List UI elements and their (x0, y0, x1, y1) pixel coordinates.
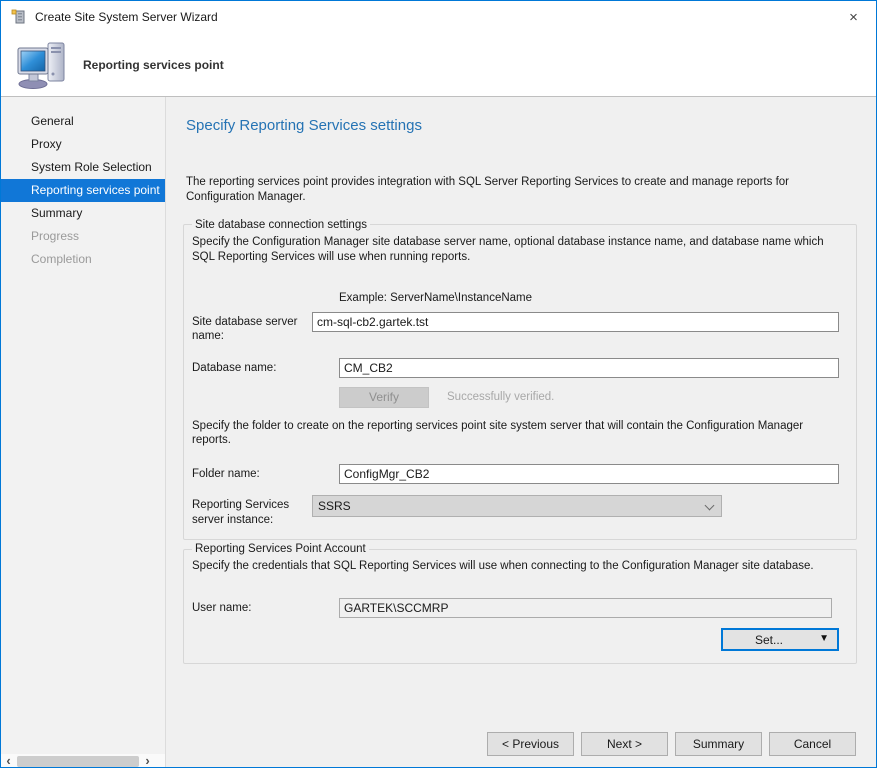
wizard-step-banner: Reporting services point (83, 58, 224, 72)
reporting-services-instance-label: Reporting Services server instance: (192, 495, 312, 527)
previous-button[interactable]: < Previous (487, 732, 574, 756)
reporting-services-point-account-group: Reporting Services Point Account Specify… (183, 543, 857, 664)
scroll-left-icon[interactable]: ‹ (1, 754, 16, 768)
sidebar-item-system-role-selection[interactable]: System Role Selection (1, 156, 165, 179)
page-title: Specify Reporting Services settings (186, 117, 857, 134)
page-intro-text: The reporting services point provides in… (186, 175, 846, 205)
user-name-input[interactable] (339, 598, 832, 618)
site-database-server-name-label: Site database server name: (192, 312, 312, 344)
next-button[interactable]: Next > (581, 732, 668, 756)
wizard-window: Create Site System Server Wizard × Repor… (0, 0, 877, 768)
folder-name-label: Folder name: (192, 464, 339, 481)
window-title: Create Site System Server Wizard (35, 10, 218, 24)
database-name-input[interactable] (339, 358, 839, 378)
wizard-page-content: Specify Reporting Services settings The … (166, 97, 876, 768)
server-name-example: Example: ServerName\InstanceName (339, 292, 839, 304)
sidebar-item-summary[interactable]: Summary (1, 202, 165, 225)
title-bar: Create Site System Server Wizard × (1, 1, 876, 33)
chevron-down-icon (705, 501, 715, 511)
scrollbar-thumb[interactable] (17, 756, 139, 767)
summary-button[interactable]: Summary (675, 732, 762, 756)
wizard-header: Reporting services point (1, 33, 876, 97)
set-account-button[interactable]: Set... ▼ (721, 628, 839, 651)
sidebar-horizontal-scrollbar[interactable]: ‹ › (1, 754, 165, 768)
close-icon[interactable]: × (831, 1, 876, 33)
reporting-services-instance-value: SSRS (318, 499, 351, 513)
scroll-right-icon[interactable]: › (140, 754, 155, 768)
site-database-connection-group-title: Site database connection settings (192, 219, 370, 231)
folder-name-input[interactable] (339, 464, 839, 484)
folder-description: Specify the folder to create on the repo… (192, 419, 839, 449)
verify-status-text: Successfully verified. (447, 391, 554, 403)
sidebar-item-completion: Completion (1, 248, 165, 271)
sidebar-item-proxy[interactable]: Proxy (1, 133, 165, 156)
reporting-services-instance-dropdown[interactable]: SSRS (312, 495, 722, 517)
sidebar-item-general[interactable]: General (1, 110, 165, 133)
site-database-server-name-input[interactable] (312, 312, 839, 332)
wizard-app-icon (11, 9, 27, 25)
database-name-label: Database name: (192, 358, 339, 375)
db-group-description: Specify the Configuration Manager site d… (192, 235, 832, 265)
wizard-body: General Proxy System Role Selection Repo… (1, 97, 876, 768)
wizard-step-sidebar: General Proxy System Role Selection Repo… (1, 97, 166, 768)
menu-arrow-icon: ▼ (819, 633, 829, 644)
sidebar-item-reporting-services-point[interactable]: Reporting services point (1, 179, 165, 202)
wizard-footer-buttons: < Previous Next > Summary Cancel (487, 732, 856, 756)
verify-button[interactable]: Verify (339, 387, 429, 408)
account-group-title: Reporting Services Point Account (192, 543, 369, 555)
user-name-label: User name: (192, 598, 339, 615)
account-group-description: Specify the credentials that SQL Reporti… (192, 559, 839, 574)
cancel-button[interactable]: Cancel (769, 732, 856, 756)
sidebar-item-progress: Progress (1, 225, 165, 248)
set-account-button-label: Set... (755, 633, 783, 647)
site-system-computer-icon (15, 40, 71, 90)
site-database-connection-group: Site database connection settings Specif… (183, 219, 857, 540)
